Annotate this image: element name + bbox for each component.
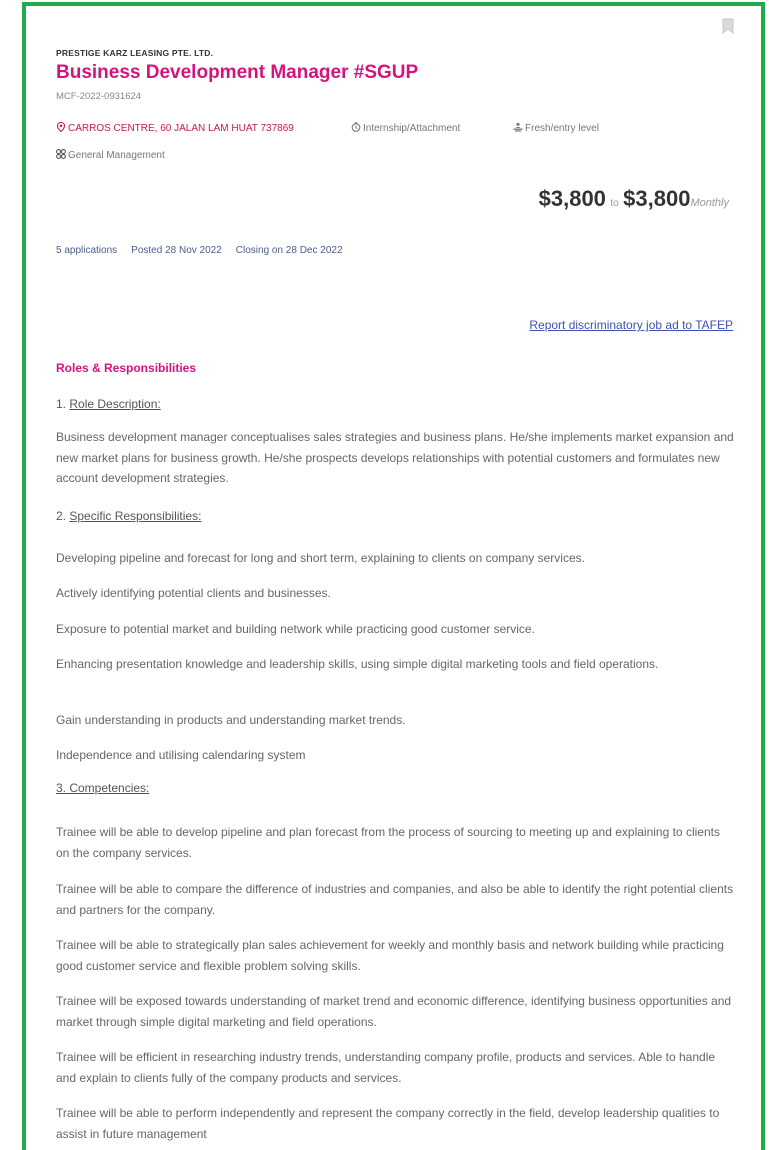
responsibilities-number: 2. bbox=[56, 509, 67, 523]
job-title: Business Development Manager #SGUP bbox=[56, 62, 419, 83]
job-address: CARROS CENTRE, 60 JALAN LAM HUAT 737869 bbox=[56, 122, 294, 134]
address-label: CARROS CENTRE, 60 JALAN LAM HUAT 737869 bbox=[68, 123, 294, 134]
responsibility-item: Independence and utilising calendaring s… bbox=[56, 748, 306, 762]
responsibility-item: Gain understanding in products and under… bbox=[56, 713, 406, 727]
competencies-heading: 3. Competencies: bbox=[56, 781, 149, 795]
salary-min: $3,800 bbox=[538, 186, 606, 211]
salary-to: to bbox=[610, 198, 619, 209]
location-pin-icon bbox=[56, 122, 66, 132]
competencies-heading-label: 3. Competencies: bbox=[56, 781, 150, 795]
employment-type-label: Internship/Attachment bbox=[363, 123, 461, 134]
salary-period: Monthly bbox=[690, 197, 729, 209]
responsibility-item: Developing pipeline and forecast for lon… bbox=[56, 551, 585, 565]
applications-count: 5 applications bbox=[56, 245, 118, 256]
category-label: General Management bbox=[68, 150, 165, 161]
seniority-level: Fresh/entry level bbox=[513, 122, 599, 134]
role-heading: 1. Role Description: bbox=[56, 397, 161, 411]
salary-range: $3,800 to $3,800Monthly bbox=[539, 186, 729, 212]
company-name: PRESTIGE KARZ LEASING PTE. LTD. bbox=[56, 48, 214, 58]
job-card-frame bbox=[22, 2, 765, 1150]
responsibilities-heading-label: Specific Responsibilities: bbox=[69, 509, 202, 523]
role-number: 1. bbox=[56, 397, 67, 411]
job-category: General Management bbox=[56, 149, 165, 161]
report-tafep-link[interactable]: Report discriminatory job ad to TAFEP bbox=[529, 318, 733, 332]
role-description: Business development manager conceptuali… bbox=[56, 430, 734, 485]
responsibility-item: Exposure to potential market and buildin… bbox=[56, 622, 535, 636]
person-level-icon bbox=[513, 122, 523, 132]
competency-item: Trainee will be able to strategically pl… bbox=[56, 938, 724, 973]
salary-max: $3,800 bbox=[623, 186, 691, 211]
competency-item: Trainee will be able to compare the diff… bbox=[56, 882, 734, 917]
job-stats: 5 applications Posted 28 Nov 2022 Closing … bbox=[56, 245, 357, 256]
responsibilities-heading: 2. Specific Responsibilities: bbox=[56, 509, 201, 523]
posted-date: Posted 28 Nov 2022 bbox=[131, 245, 222, 256]
job-id: MCF-2022-0931624 bbox=[56, 91, 142, 102]
role-heading-label: Role Description: bbox=[69, 397, 161, 411]
seniority-label: Fresh/entry level bbox=[525, 123, 599, 134]
responsibility-item: Actively identifying potential clients a… bbox=[56, 586, 331, 600]
bookmark-icon[interactable] bbox=[722, 18, 734, 34]
competency-item: Trainee will be exposed towards understa… bbox=[56, 994, 732, 1029]
section-title: Roles & Responsibilities bbox=[56, 361, 197, 375]
closing-date: Closing on 28 Dec 2022 bbox=[235, 245, 343, 256]
employment-type: Internship/Attachment bbox=[351, 122, 460, 134]
clock-icon bbox=[351, 122, 361, 132]
competency-item: Trainee will be able to develop pipeline… bbox=[56, 825, 720, 860]
responsibility-item: Enhancing presentation knowledge and lea… bbox=[56, 657, 659, 671]
competency-item: Trainee will be efficient in researching… bbox=[56, 1050, 716, 1085]
category-icon bbox=[56, 149, 66, 159]
competency-item: Trainee will be able to perform independ… bbox=[56, 1106, 720, 1141]
